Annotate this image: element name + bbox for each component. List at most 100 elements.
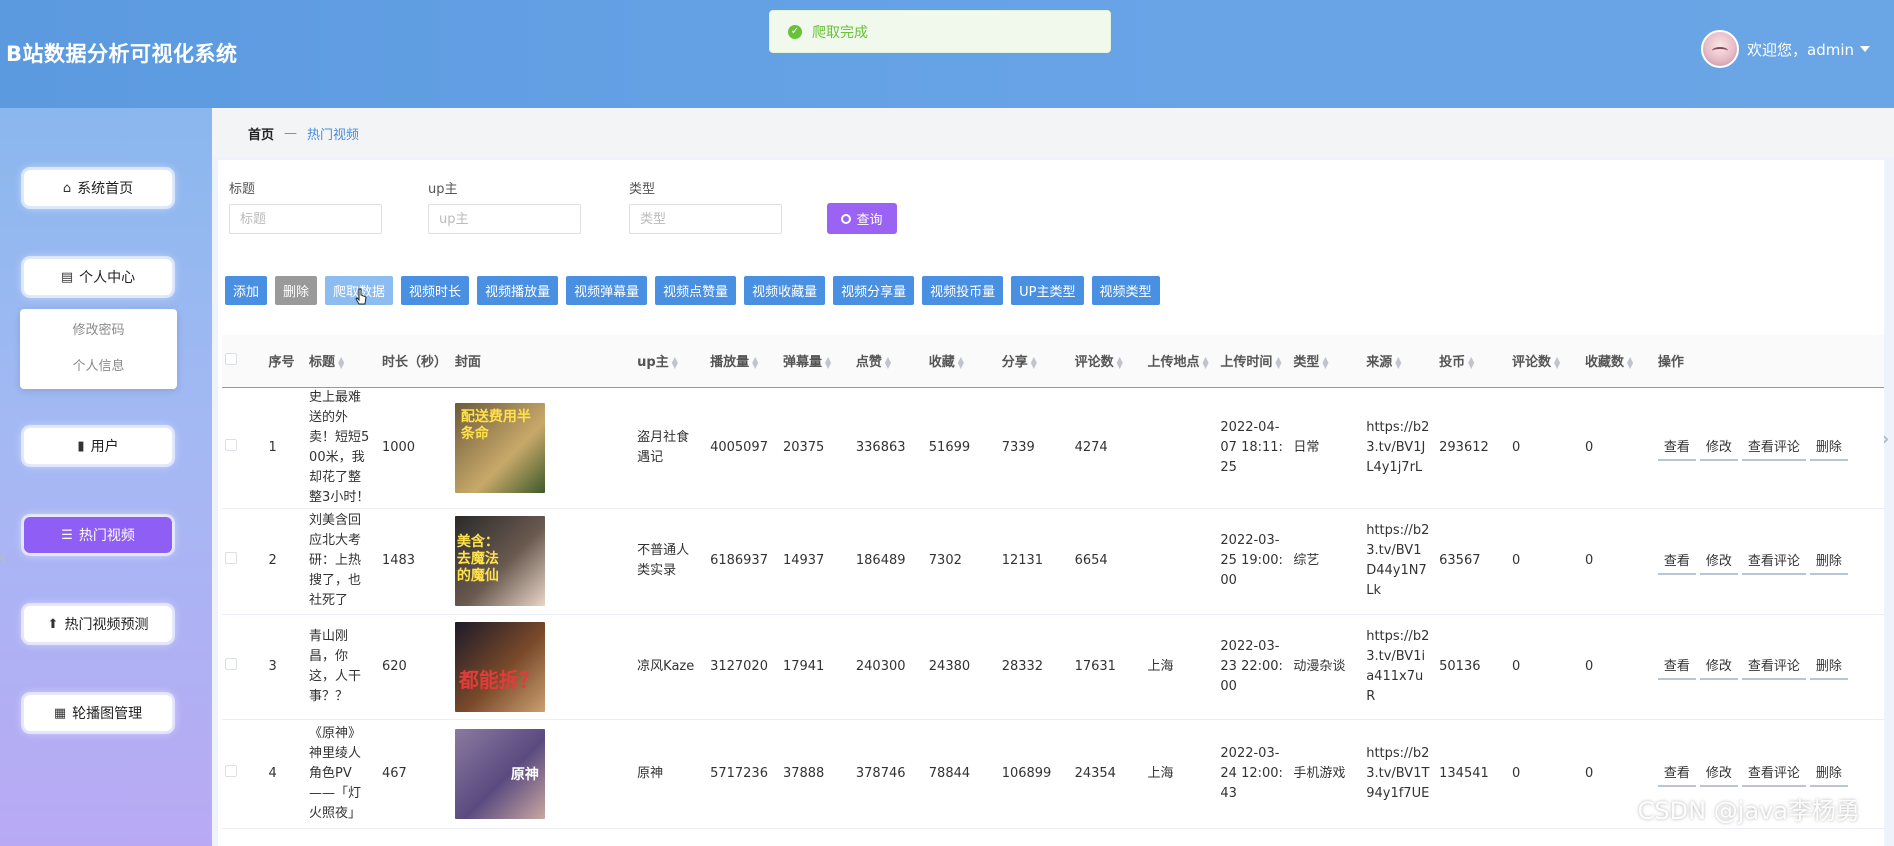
video-plays-button[interactable]: 视频播放量 bbox=[477, 276, 559, 305]
cell-danmaku: 37888 bbox=[779, 719, 853, 829]
cell-likes: 240300 bbox=[852, 614, 926, 720]
col-title[interactable]: 标题 ▲ ▼ bbox=[306, 335, 379, 388]
cell-comments: 6654 bbox=[1071, 508, 1145, 615]
cell-location bbox=[1144, 508, 1218, 615]
col-up[interactable]: up主 ▲ ▼ bbox=[634, 335, 708, 388]
view-button[interactable]: 查看 bbox=[1657, 434, 1696, 461]
cell-fav: 51699 bbox=[925, 387, 999, 509]
col-location[interactable]: 上传地点 ▲ ▼ bbox=[1144, 335, 1218, 388]
edit-button[interactable]: 修改 bbox=[1699, 434, 1738, 461]
user-greeting[interactable]: 欢迎您，admin bbox=[1747, 39, 1854, 60]
col-fav[interactable]: 收藏 ▲ ▼ bbox=[925, 335, 999, 388]
sidebar-item-hot-videos[interactable]: ☰ 热门视频 bbox=[24, 517, 172, 553]
user-menu[interactable]: 欢迎您，admin bbox=[1701, 30, 1870, 68]
sidebar-item-profile[interactable]: ▤ 个人中心 bbox=[24, 259, 172, 295]
video-cover-image[interactable]: 原神 bbox=[454, 728, 545, 819]
row-checkbox[interactable] bbox=[222, 614, 266, 720]
row-checkbox[interactable] bbox=[222, 508, 266, 615]
video-coins-button[interactable]: 视频投币量 bbox=[922, 276, 1004, 305]
col-plays[interactable]: 播放量 ▲ ▼ bbox=[707, 335, 780, 388]
video-cover-image[interactable]: 都能拆？ bbox=[454, 621, 545, 712]
cell-time: 2022-03-23 22:00:00 bbox=[1217, 614, 1291, 720]
title-search-input[interactable] bbox=[229, 204, 382, 234]
col-likes[interactable]: 点赞 ▲ ▼ bbox=[852, 335, 926, 388]
delete-button[interactable]: 删除 bbox=[275, 276, 318, 305]
delete-row-button[interactable]: 删除 bbox=[1809, 547, 1848, 575]
video-favorites-button[interactable]: 视频收藏量 bbox=[744, 276, 826, 305]
sidebar-item-hot-video-prediction[interactable]: ⬆ 热门视频预测 bbox=[24, 606, 172, 642]
cell-title: 刘美含回应北大考研：上热搜了，也社死了 bbox=[306, 508, 379, 615]
cell-likes: 378746 bbox=[852, 719, 926, 829]
cover-text: 配送费用半条命 bbox=[460, 408, 531, 442]
video-cover-image[interactable]: 配送费用半条命 bbox=[454, 402, 545, 493]
col-actions: 操作 bbox=[1654, 335, 1884, 388]
view-button[interactable]: 查看 bbox=[1657, 653, 1696, 680]
col-time[interactable]: 上传时间 ▲ ▼ bbox=[1217, 335, 1291, 388]
cover-text: 原神 bbox=[510, 766, 539, 783]
col-type[interactable]: 类型 ▲ ▼ bbox=[1290, 335, 1364, 388]
toast-message: 爬取完成 bbox=[812, 24, 868, 41]
cell-share: 106899 bbox=[998, 719, 1072, 829]
cell-up: 盗月社食遇记 bbox=[634, 387, 708, 509]
sidebar-item-home[interactable]: ⌂ 系统首页 bbox=[24, 170, 172, 206]
edit-button[interactable]: 修改 bbox=[1699, 547, 1738, 575]
delete-row-button[interactable]: 删除 bbox=[1809, 434, 1848, 461]
type-search-input[interactable] bbox=[629, 204, 782, 234]
sidebar-item-carousel[interactable]: ▦ 轮播图管理 bbox=[24, 695, 172, 731]
add-button[interactable]: 添加 bbox=[225, 276, 268, 305]
breadcrumb-current: 热门视频 bbox=[307, 127, 360, 143]
video-duration-button[interactable]: 视频时长 bbox=[401, 276, 470, 305]
col-share[interactable]: 分享 ▲ ▼ bbox=[998, 335, 1072, 388]
chevron-down-icon[interactable] bbox=[1860, 46, 1870, 52]
query-button[interactable]: 查询 bbox=[827, 203, 897, 234]
cell-title: 《原神》神里绫人角色PV——「灯火照夜」 bbox=[306, 719, 379, 829]
cell-coins: 134541 bbox=[1436, 719, 1510, 829]
view-comments-button[interactable]: 查看评论 bbox=[1741, 760, 1806, 787]
row-checkbox[interactable] bbox=[222, 719, 266, 829]
up-search-input[interactable] bbox=[428, 204, 581, 234]
cell-share: 12131 bbox=[998, 508, 1072, 615]
type-label: 类型 bbox=[629, 182, 656, 197]
sidebar-item-users[interactable]: ▮ 用户 bbox=[24, 428, 172, 464]
breadcrumb-home[interactable]: 首页 bbox=[248, 124, 274, 143]
view-comments-button[interactable]: 查看评论 bbox=[1741, 653, 1806, 680]
col-comments[interactable]: 评论数 ▲ ▼ bbox=[1071, 335, 1145, 388]
chevron-left-icon[interactable]: ‹ bbox=[0, 543, 8, 573]
col-danmaku[interactable]: 弹幕量 ▲ ▼ bbox=[779, 335, 853, 388]
cell-cover: 配送费用半条命 bbox=[451, 387, 635, 509]
select-all-checkbox[interactable] bbox=[222, 335, 266, 388]
video-danmaku-button[interactable]: 视频弹幕量 bbox=[566, 276, 648, 305]
up-type-button[interactable]: UP主类型 bbox=[1011, 276, 1084, 305]
view-comments-button[interactable]: 查看评论 bbox=[1741, 434, 1806, 461]
col-source[interactable]: 来源 ▲ ▼ bbox=[1363, 335, 1437, 388]
video-type-button[interactable]: 视频类型 bbox=[1091, 276, 1160, 305]
edit-button[interactable]: 修改 bbox=[1699, 760, 1738, 787]
sidebar-item-label: 用户 bbox=[90, 439, 119, 455]
col-coins[interactable]: 投币 ▲ ▼ bbox=[1436, 335, 1510, 388]
sidebar-item-label: 热门视频 bbox=[78, 528, 135, 544]
video-cover-image[interactable]: 美含：去魔法的魔仙 bbox=[454, 516, 545, 606]
row-checkbox[interactable] bbox=[222, 387, 266, 509]
delete-row-button[interactable]: 删除 bbox=[1809, 760, 1848, 787]
col-comments2[interactable]: 评论数 ▲ ▼ bbox=[1509, 335, 1582, 388]
col-favs2[interactable]: 收藏数 ▲ ▼ bbox=[1581, 335, 1655, 388]
edit-button[interactable]: 修改 bbox=[1699, 653, 1738, 680]
sidebar-item-label: 系统首页 bbox=[77, 181, 134, 197]
sort-icon: ▲ ▼ bbox=[671, 354, 678, 370]
success-toast: ✓ 爬取完成 bbox=[769, 10, 1111, 53]
cell-duration: 467 bbox=[378, 719, 452, 829]
cell-coins: 293612 bbox=[1436, 387, 1510, 509]
view-comments-button[interactable]: 查看评论 bbox=[1741, 547, 1806, 575]
submenu-profile-info[interactable]: 个人信息 bbox=[20, 349, 177, 385]
submenu-change-password[interactable]: 修改密码 bbox=[20, 313, 177, 349]
avatar[interactable] bbox=[1701, 30, 1739, 68]
sort-icon: ▲ ▼ bbox=[1275, 354, 1282, 370]
view-button[interactable]: 查看 bbox=[1657, 547, 1696, 575]
cell-likes: 336863 bbox=[852, 387, 926, 509]
view-button[interactable]: 查看 bbox=[1657, 760, 1696, 787]
query-button-label: 查询 bbox=[856, 213, 883, 228]
video-likes-button[interactable]: 视频点赞量 bbox=[655, 276, 737, 305]
video-shares-button[interactable]: 视频分享量 bbox=[833, 276, 915, 305]
delete-row-button[interactable]: 删除 bbox=[1809, 653, 1848, 680]
cell-up: 凉风Kaze bbox=[634, 614, 708, 720]
